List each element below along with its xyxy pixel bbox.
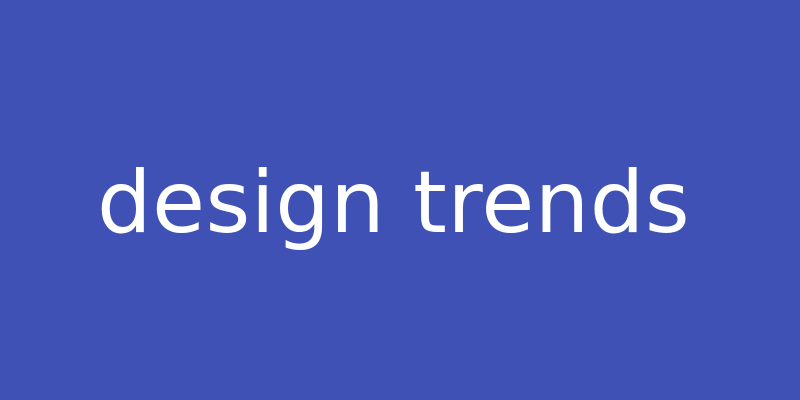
banner-headline: design trends	[97, 153, 691, 253]
banner: design trends	[0, 0, 800, 400]
